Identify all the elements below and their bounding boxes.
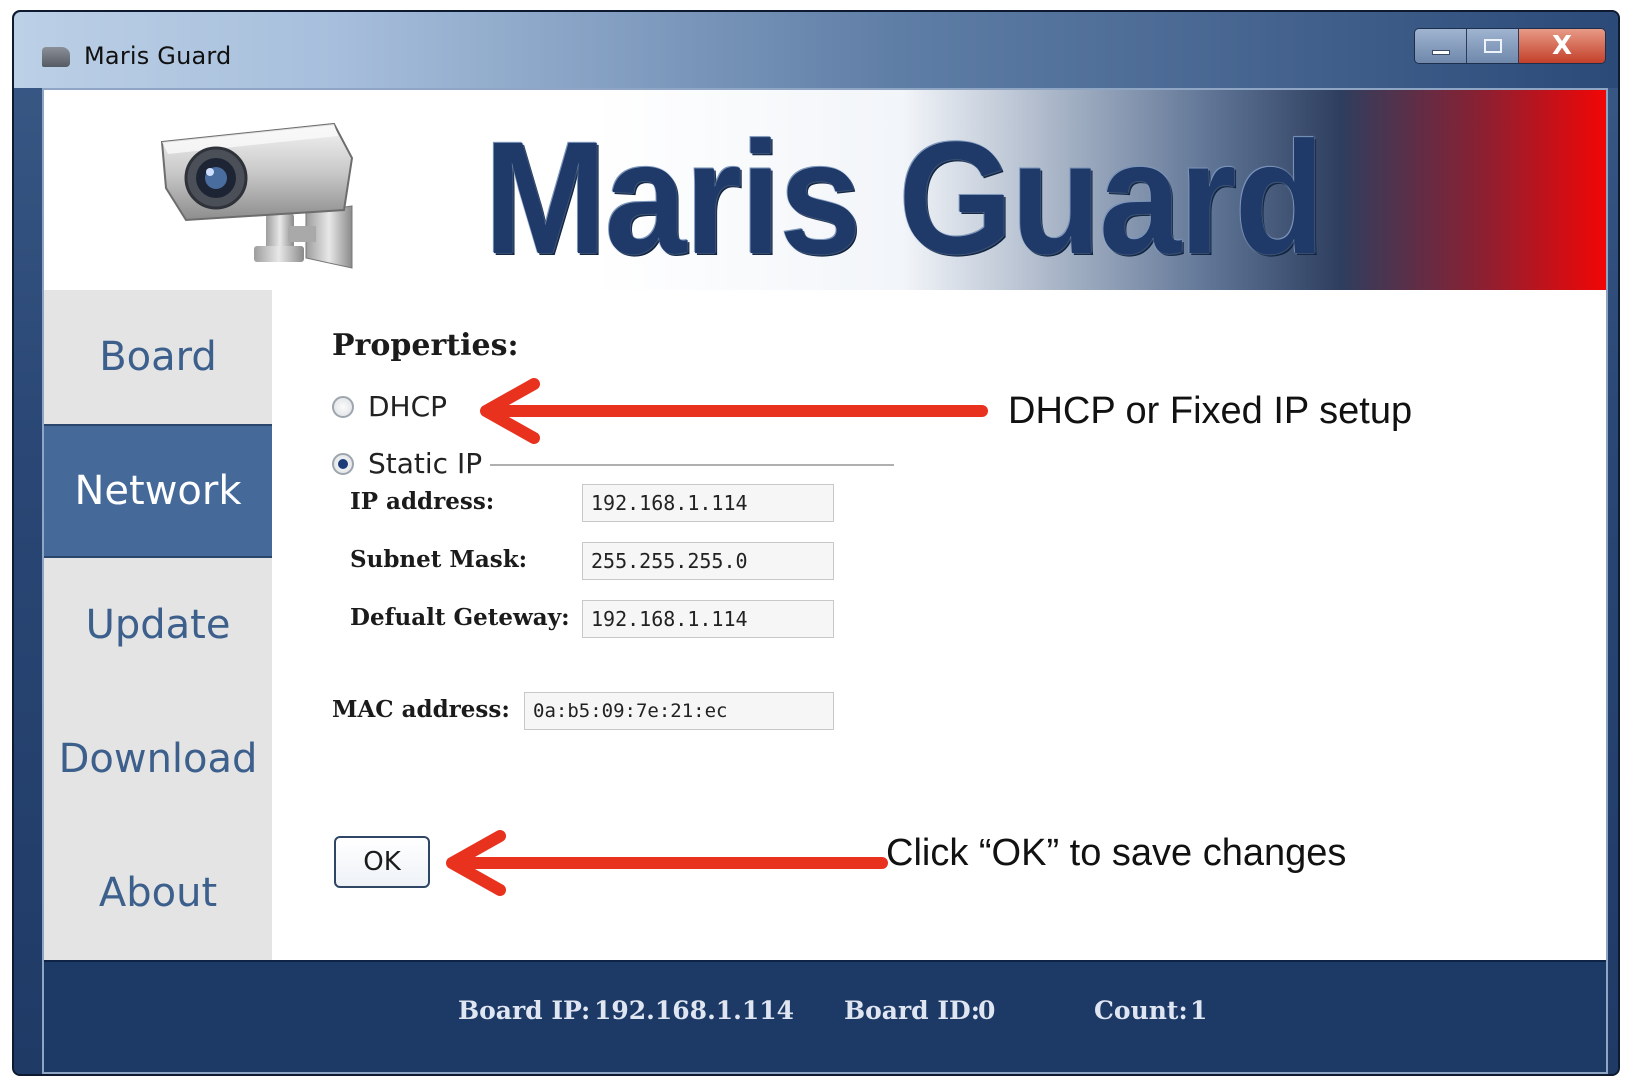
ok-button[interactable]: OK bbox=[334, 836, 430, 888]
security-camera-icon bbox=[160, 122, 354, 269]
mac-address-input[interactable]: 0a:b5:09:7e:21:ec bbox=[524, 692, 834, 730]
window-controls: X bbox=[1414, 28, 1606, 64]
count-value: 1 bbox=[1190, 996, 1208, 1025]
window-title: Maris Guard bbox=[84, 42, 232, 70]
sidebar-item-board[interactable]: Board bbox=[44, 290, 272, 424]
static-ip-label: Static IP bbox=[368, 447, 483, 480]
minimize-icon bbox=[1431, 49, 1450, 55]
header-banner: Maris Guard bbox=[44, 90, 1606, 290]
subnet-mask-label: Subnet Mask: bbox=[350, 546, 528, 573]
dhcp-option[interactable]: DHCP bbox=[332, 390, 447, 423]
maximize-icon bbox=[1483, 39, 1502, 53]
dhcp-annotation-text: DHCP or Fixed IP setup bbox=[1008, 390, 1413, 432]
close-icon: X bbox=[1551, 31, 1573, 61]
group-divider bbox=[490, 464, 894, 466]
sidebar-nav: Board Network Update Download About bbox=[44, 290, 272, 960]
dhcp-radio[interactable] bbox=[332, 395, 354, 418]
board-id-label: Board ID: bbox=[844, 996, 980, 1025]
app-icon bbox=[42, 47, 70, 67]
dhcp-label: DHCP bbox=[368, 390, 448, 423]
properties-heading: Properties: bbox=[332, 328, 519, 363]
board-id-value: 0 bbox=[978, 996, 996, 1025]
close-button[interactable]: X bbox=[1519, 29, 1605, 63]
count-label: Count: bbox=[1094, 996, 1188, 1025]
sidebar-item-network[interactable]: Network bbox=[44, 424, 272, 558]
network-panel: Properties: DHCP Static IP IP address: 1… bbox=[272, 290, 1606, 960]
title-bar[interactable]: Maris Guard X bbox=[14, 12, 1618, 88]
maximize-button[interactable] bbox=[1467, 29, 1519, 63]
dhcp-annotation-arrow bbox=[480, 378, 988, 444]
static-ip-option[interactable]: Static IP bbox=[332, 447, 482, 480]
app-window: Maris Guard X Maris Guard Board Network … bbox=[12, 10, 1620, 1076]
subnet-mask-input[interactable]: 255.255.255.0 bbox=[582, 542, 834, 580]
static-ip-radio[interactable] bbox=[332, 452, 354, 475]
app-logo-title: Maris Guard bbox=[484, 108, 1325, 287]
ip-address-label: IP address: bbox=[350, 488, 495, 515]
default-gateway-input[interactable]: 192.168.1.114 bbox=[582, 600, 834, 638]
board-ip-label: Board IP: bbox=[458, 996, 591, 1025]
mac-address-label: MAC address: bbox=[332, 696, 510, 723]
ip-address-input[interactable]: 192.168.1.114 bbox=[582, 484, 834, 522]
sidebar-item-update[interactable]: Update bbox=[44, 558, 272, 692]
minimize-button[interactable] bbox=[1415, 29, 1467, 63]
sidebar-item-about[interactable]: About bbox=[44, 826, 272, 960]
ok-annotation-text: Click “OK” to save changes bbox=[886, 832, 1347, 874]
client-area: Maris Guard Board Network Update Downloa… bbox=[42, 88, 1608, 1074]
ok-annotation-arrow bbox=[446, 830, 888, 896]
radio-selected-dot bbox=[338, 458, 348, 469]
status-bar: Board IP: 192.168.1.114 Board ID: 0 Coun… bbox=[44, 960, 1606, 1072]
default-gateway-label: Defualt Geteway: bbox=[350, 604, 570, 631]
board-ip-value: 192.168.1.114 bbox=[594, 996, 795, 1025]
sidebar-item-download[interactable]: Download bbox=[44, 692, 272, 826]
